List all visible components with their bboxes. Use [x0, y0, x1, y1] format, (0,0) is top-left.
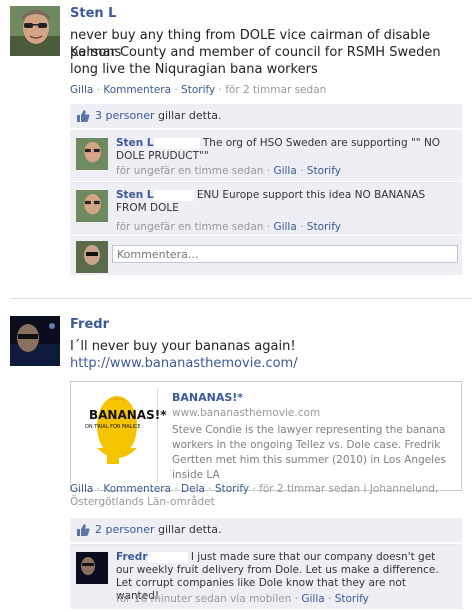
shared-link-title[interactable]: BANANAS!*: [172, 391, 243, 404]
comment-avatar[interactable]: [76, 138, 108, 170]
post-actions: Gilla · Kommentera · Storify · för 2 tim…: [70, 84, 327, 96]
shared-link-card[interactable]: BANANAS!* ON TRIAL FOR MALICE BANANAS!* …: [70, 381, 462, 491]
post-1: Sten L never buy any thing from DOLE vic…: [0, 0, 474, 295]
comment-link[interactable]: Kommentera: [103, 84, 171, 96]
comment-time[interactable]: för 16 minuter sedan via mobilen: [116, 593, 291, 605]
like-link[interactable]: Gilla: [70, 483, 93, 495]
comment-input[interactable]: Kommentera...: [112, 245, 458, 263]
post-author[interactable]: Fredr: [70, 317, 109, 332]
comment-meta: för ungefär en timme sedan · Gilla · Sto…: [116, 221, 341, 233]
share-link[interactable]: Dela: [181, 483, 205, 495]
shared-link-thumbnail[interactable]: BANANAS!* ON TRIAL FOR MALICE: [77, 388, 166, 484]
timestamp[interactable]: för 2 timmar sedan: [225, 84, 326, 96]
comment-avatar[interactable]: [76, 190, 108, 222]
comment-like-link[interactable]: Gilla: [273, 221, 296, 233]
post-2: Fredr I´ll never buy your bananas again!…: [0, 300, 474, 612]
thumbs-up-icon: [76, 109, 90, 125]
post-divider: [10, 298, 472, 299]
comment-storify-link[interactable]: Storify: [307, 221, 341, 233]
comment-author[interactable]: Fredr: [116, 551, 148, 563]
comment-meta: för ungefär en timme sedan · Gilla · Sto…: [116, 165, 341, 177]
comment-meta: för 16 minuter sedan via mobilen · Gilla…: [116, 593, 369, 605]
post-location[interactable]: Östergötlands Län-området: [70, 496, 215, 508]
post-message-line: Kalmar County and member of council for …: [70, 45, 441, 60]
comment-storify-link[interactable]: Storify: [307, 165, 341, 177]
comment-storify-link[interactable]: Storify: [335, 593, 369, 605]
comment-composer: Kommentera...: [70, 236, 462, 275]
post-author[interactable]: Sten L: [70, 6, 116, 21]
post-message-line: long live the Niquragian bana workers: [70, 62, 318, 77]
likes-bar: 2 personer gillar detta.: [70, 518, 462, 542]
comment: Fredr I just made sure that our company …: [70, 544, 462, 609]
thumbs-up-icon: [76, 523, 90, 539]
comment: Sten L ENU Europe support this idea NO B…: [70, 182, 462, 235]
comment-author[interactable]: Sten L: [116, 137, 154, 149]
storify-link[interactable]: Storify: [215, 483, 249, 495]
comment-link[interactable]: Kommentera: [103, 483, 171, 495]
comment-avatar[interactable]: [76, 552, 108, 584]
likes-bar: 3 personer gillar detta.: [70, 104, 462, 128]
comment-like-link[interactable]: Gilla: [301, 593, 324, 605]
comment-like-link[interactable]: Gilla: [273, 165, 296, 177]
timestamp[interactable]: för 2 timmar sedan i Johannelund,: [259, 483, 438, 495]
poster-title: BANANAS!*: [89, 408, 167, 422]
likes-count-link[interactable]: 2 personer: [95, 523, 155, 536]
like-link[interactable]: Gilla: [70, 84, 93, 96]
poster-subtitle: ON TRIAL FOR MALICE: [85, 424, 141, 430]
shared-link-description: Steve Condie is the lawyer representing …: [172, 424, 446, 481]
likes-suffix: gillar detta.: [158, 523, 222, 536]
post-link[interactable]: http://www.bananasthemovie.com/: [70, 355, 298, 372]
avatar[interactable]: [10, 6, 60, 56]
comment-author[interactable]: Sten L: [116, 189, 154, 201]
composer-avatar: [76, 241, 108, 273]
storify-link[interactable]: Storify: [181, 84, 215, 96]
post-actions: Gilla · Kommentera · Dela · Storify · fö…: [70, 483, 439, 495]
comment-time[interactable]: för ungefär en timme sedan: [116, 165, 263, 177]
post-message: I´ll never buy your bananas again!: [70, 339, 296, 354]
comment: Sten L The org of HSO Sweden are support…: [70, 130, 462, 181]
comment-body: Sten L ENU Europe support this idea NO B…: [116, 189, 452, 215]
likes-count-link[interactable]: 3 personer: [95, 109, 155, 122]
avatar[interactable]: [10, 316, 60, 366]
comment-time[interactable]: för ungefär en timme sedan: [116, 221, 263, 233]
comment-body: Sten L The org of HSO Sweden are support…: [116, 137, 452, 163]
shared-link-url: www.bananasthemovie.com: [172, 407, 321, 419]
likes-suffix: gillar detta.: [158, 109, 222, 122]
